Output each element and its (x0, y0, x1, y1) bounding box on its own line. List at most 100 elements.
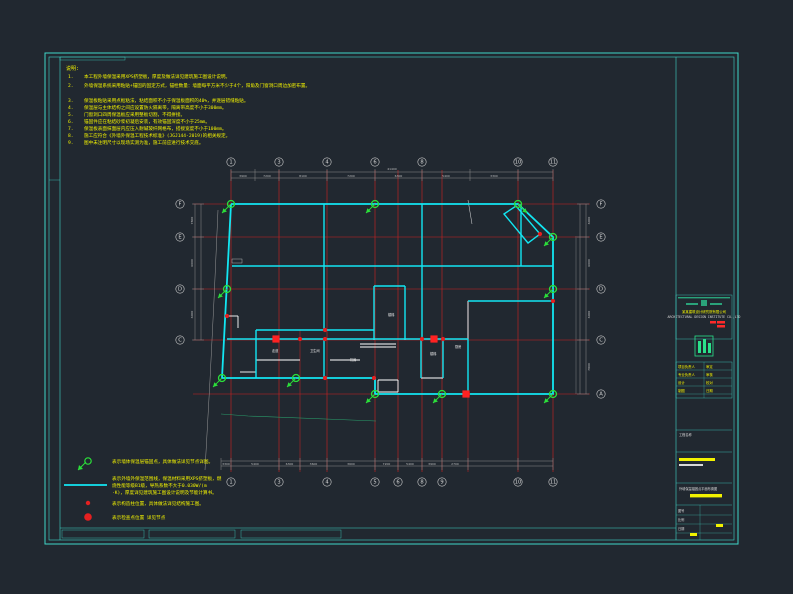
axis-bubble-label: 11 (550, 479, 557, 485)
dimension-value-right: 6000 (587, 217, 591, 225)
dimension-value-bottom: 6300 (286, 462, 294, 466)
dimension-value-left: 7800 (190, 217, 194, 225)
drawing-info-grid: 图号比例日期 (676, 505, 732, 540)
anchor-point-icon (286, 373, 301, 388)
signature-role: 审定 (706, 364, 713, 369)
note-number: 6. (68, 119, 74, 125)
axis-bubble-right: E (596, 232, 606, 242)
axis-bubble-left: D (175, 284, 185, 294)
axis-bubble-bottom: 3 (274, 477, 284, 487)
axis-bubble-bottom: 6 (393, 477, 403, 487)
axis-bubble-bottom: 10 (513, 477, 523, 487)
column-dot-large (430, 335, 438, 343)
top-strip (59, 56, 126, 61)
anchor-point-icon (543, 232, 558, 247)
legend-text-anchor: 表示墙体保温层锚固点，具体做法详见节点详图。 (112, 458, 213, 465)
dimension-value-bottom: 3900 (428, 462, 436, 466)
column-dot-small (537, 231, 543, 237)
note-number: 2. (68, 83, 74, 89)
dimension-overall: 41400 (387, 167, 397, 171)
note-text: 图中未注明尺寸以现场实测为准，施工前应进行技术交底。 (84, 139, 203, 146)
anchor-points (212, 199, 558, 404)
dimension-value-left: 6000 (190, 259, 194, 267)
axis-bubble-bottom: 11 (548, 477, 558, 487)
project-label: 工程名称 (679, 432, 693, 437)
axis-bubble-label: 4 (325, 479, 329, 485)
axis-bubble-label: 9 (440, 479, 443, 485)
signature-role: 审核 (706, 372, 713, 377)
dimension-value-bottom: 7200 (383, 462, 391, 466)
insulation-perimeter (221, 203, 554, 395)
dimension-value-right: 7800 (587, 363, 591, 371)
legend-text-small-dot: 表示构造柱位置，具体做法详见结构施工图。 (112, 500, 204, 507)
legend: 表示墙体保温层锚固点，具体做法详见节点详图。 表示外墙外保温范围线，保温材料采用… (64, 457, 222, 521)
note-text: 保温板粘贴采用点框粘法，粘结面积不小于保温板面积的40%，并逐层错缝粘贴。 (84, 97, 249, 104)
axis-bubble-label: A (599, 391, 603, 397)
title-block: 某某建筑设计研究院有限公司 ARCHITECTURAL DESIGN INSTI… (668, 57, 741, 540)
axis-bubble-right: C (596, 335, 606, 345)
bottom-strip-cell-2 (148, 529, 236, 539)
insulation-outline (221, 203, 554, 395)
anchor-point-icon (543, 389, 558, 404)
note-text: 保温板表面抹面层内应压入耐碱玻纤网格布，搭接宽度不小于100mm。 (84, 125, 226, 132)
site-boundary (220, 413, 377, 422)
company-name-en: ARCHITECTURAL DESIGN INSTITUTE CO.,LTD (668, 315, 741, 319)
dimension-value-bottom: 5400 (251, 462, 259, 466)
column-dot-small (322, 336, 328, 342)
dimension-value-bottom: 2700 (451, 462, 459, 466)
dimension-value-top: 3900 (239, 174, 247, 178)
axis-bubble-label: F (600, 201, 603, 207)
signature-role: 设计 (678, 380, 685, 385)
bottom-strip-cell-3 (240, 529, 342, 539)
room-label: 卫生间 (310, 348, 320, 353)
note-number: 5. (68, 112, 74, 118)
dimension-value-bottom: 3600 (347, 462, 355, 466)
column-dot-small (550, 298, 556, 304)
notes-heading: 说明: (66, 65, 79, 72)
dimension-value-bottom: 3300 (222, 462, 230, 466)
anchor-point-icon (365, 389, 380, 404)
axis-bubbles: 1 3 4 6 8 10 111 3 4 5 6 8 9 10 11FEDCFEDCA (175, 157, 606, 487)
axis-bubble-label: E (178, 234, 181, 240)
signature-role: 校对 (706, 380, 713, 385)
axis-bubble-label: F (179, 201, 182, 207)
axis-bubble-label: 10 (515, 159, 522, 165)
legend-small-red-dot (85, 500, 91, 506)
axis-bubble-right: A (596, 389, 606, 399)
insulation-stair-block (502, 205, 542, 244)
axis-bubble-label: 8 (420, 479, 423, 485)
axis-bubble-label: 1 (229, 479, 232, 485)
note-text: 门窗洞口四周保温板应采用整板切割，不得拼接。 (84, 111, 185, 118)
bottom-strip-cell-1 (61, 529, 145, 539)
cad-drawing-canvas[interactable]: 说明: 1. 本工程外墙保温采用XPS挤塑板，厚度及做法详见建筑施工图设计说明。 2… (0, 0, 793, 594)
dimension-value-top: 3300 (490, 174, 498, 178)
dimension-value-bottom: 3600 (310, 462, 318, 466)
dimension-value-top: 5400 (442, 174, 450, 178)
axis-bubble-label: 3 (277, 159, 280, 165)
axis-bubble-label: D (178, 286, 182, 292)
info-label: 比例 (678, 517, 684, 522)
legend-text-insulation-2: 烧性能等级B1级，导热系数不大于0.030W/(m (112, 482, 207, 489)
fixture (231, 258, 243, 264)
column-dot-small (440, 336, 446, 342)
column-dot-small (322, 327, 328, 333)
info-label: 日期 (678, 526, 684, 531)
general-notes: 说明: 1. 本工程外墙保温采用XPS挤塑板，厚度及做法详见建筑施工图设计说明。 2… (66, 65, 310, 146)
column-dot-small (322, 375, 328, 381)
axis-bubble-top: 1 (226, 157, 236, 167)
axis-bubble-label: D (599, 286, 603, 292)
column-dot-small (297, 336, 303, 342)
info-mark (690, 533, 697, 536)
info-mark (716, 524, 723, 527)
dimension-value-bottom: 5400 (406, 462, 414, 466)
axis-bubble-top: 3 (274, 157, 284, 167)
company-logo (678, 297, 730, 306)
axis-bubble-bottom: 9 (437, 477, 447, 487)
room-label: 楼梯 (430, 351, 437, 356)
axis-bubble-label: 6 (373, 159, 376, 165)
axis-bubble-right: D (596, 284, 606, 294)
axis-bubble-top: 8 (417, 157, 427, 167)
dimension-value-top: 6300 (395, 174, 403, 178)
note-text: 施工应符合《外墙外保温工程技术标准》(JGJ144-2019)的相关规定。 (84, 132, 230, 139)
axis-bubble-bottom: 8 (417, 477, 427, 487)
